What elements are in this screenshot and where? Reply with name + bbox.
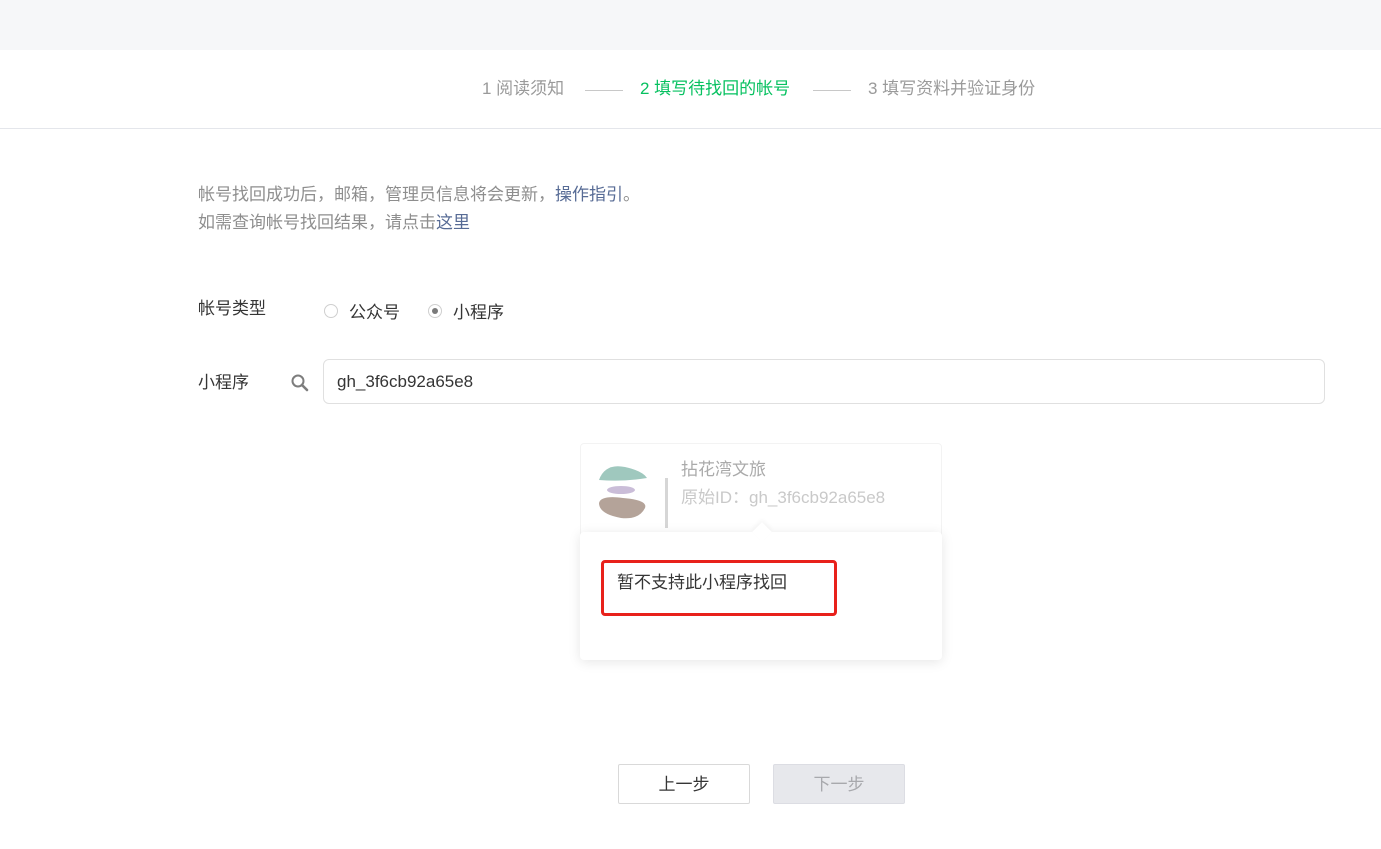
step-separator xyxy=(585,90,623,91)
mini-program-id: 原始ID：gh_3f6cb92a65e8 xyxy=(681,488,886,507)
radio-circle[interactable] xyxy=(324,303,338,318)
account-type-label: 帐号类型 xyxy=(198,299,266,318)
mini-program-logo xyxy=(599,466,668,528)
notice-text: 帐号找回成功后，邮箱，管理员信息将会更新，操作指引。 如需查询帐号找回结果，请点… xyxy=(198,181,640,237)
radio-circle-checked[interactable] xyxy=(428,303,442,318)
query-result-link[interactable]: 这里 xyxy=(436,213,470,232)
mini-program-search-input[interactable]: gh_3f6cb92a65e8 xyxy=(323,359,1325,404)
radio-label: 小程序 xyxy=(453,303,504,322)
unsupported-message: 暂不支持此小程序找回 xyxy=(617,573,787,592)
step-indicator: 1 阅读须知 2 填写待找回的帐号 3 填写资料并验证身份 xyxy=(0,50,1381,129)
top-bar xyxy=(0,0,1381,50)
mini-program-label: 小程序 xyxy=(198,373,249,392)
next-step-button[interactable]: 下一步 xyxy=(773,764,905,804)
step-3: 3 填写资料并验证身份 xyxy=(868,79,1036,98)
guide-link[interactable]: 操作指引 xyxy=(555,185,623,204)
notice-line-2: 如需查询帐号找回结果，请点击这里 xyxy=(198,213,470,232)
notice-line-1: 帐号找回成功后，邮箱，管理员信息将会更新，操作指引。 xyxy=(198,185,640,204)
previous-step-button[interactable]: 上一步 xyxy=(618,764,750,804)
step-2-active: 2 填写待找回的帐号 xyxy=(640,79,791,98)
radio-mini-program[interactable]: 小程序 xyxy=(428,298,504,323)
mini-program-name: 拈花湾文旅 xyxy=(681,460,766,479)
step-1: 1 阅读须知 xyxy=(482,79,565,98)
search-icon[interactable] xyxy=(290,373,310,393)
radio-official-account[interactable]: 公众号 xyxy=(324,298,400,323)
radio-label: 公众号 xyxy=(349,303,400,322)
step-separator xyxy=(813,90,851,91)
unsupported-popover: 暂不支持此小程序找回 xyxy=(580,522,942,660)
